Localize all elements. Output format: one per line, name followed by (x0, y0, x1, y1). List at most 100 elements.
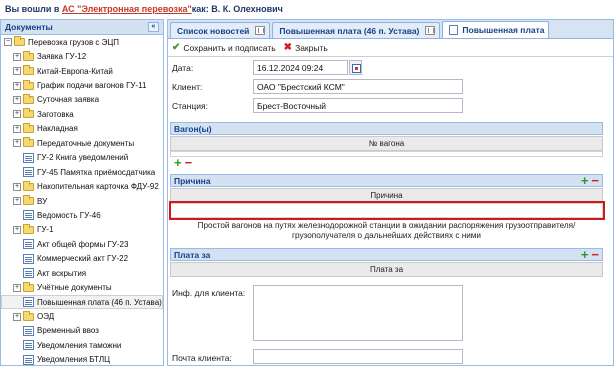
tab-menu-icon[interactable] (425, 26, 436, 35)
tab-news[interactable]: Список новостей (170, 22, 271, 38)
expand-node-icon[interactable]: + (13, 110, 21, 119)
tree-item[interactable]: Коммерческий акт ГУ-22 (1, 252, 163, 266)
document-icon (23, 268, 34, 279)
reason-note-line2: грузополучателя о дальнейших действиях с… (292, 231, 481, 240)
tree-item[interactable]: + Заготовка (1, 107, 163, 121)
tree-item-label: ОЭД (37, 312, 55, 322)
tree-item[interactable]: + ОЭД (1, 309, 163, 323)
expand-node-icon[interactable]: + (13, 312, 21, 321)
folder-icon (23, 195, 34, 206)
expand-node-icon[interactable]: + (13, 225, 21, 234)
tree-item[interactable]: Временный ввоз (1, 324, 163, 338)
client-email-field[interactable] (253, 349, 463, 364)
tree-item-label: Передаточные документы (37, 138, 135, 148)
increased-fee-form: Дата: 16.12.2024 09:24 Клиент: ОАО "Брес… (168, 57, 613, 365)
expand-node-icon[interactable]: + (13, 124, 21, 133)
document-icon (23, 239, 34, 250)
payment-section-header: Плата за + − (170, 248, 603, 261)
tree-item[interactable]: + График подачи вагонов ГУ-11 (1, 78, 163, 92)
collapse-sidebar-icon[interactable]: « (148, 22, 159, 32)
tree-item[interactable]: ГУ-45 Памятка приёмосдатчика (1, 165, 163, 179)
tree-item[interactable]: + ВУ (1, 194, 163, 208)
tree-item[interactable]: + Китай-Европа-Китай (1, 64, 163, 78)
expand-node-icon[interactable]: + (13, 182, 21, 191)
expand-node-icon[interactable]: + (13, 52, 21, 61)
folder-icon (23, 50, 34, 61)
folder-icon (14, 36, 25, 47)
add-wagon-icon[interactable]: + (174, 156, 182, 169)
tree-item-label: Уведомления таможни (37, 340, 122, 350)
reason-title: Причина (174, 175, 211, 186)
highlight-frame (169, 201, 605, 220)
folder-icon (23, 108, 34, 119)
close-label: Закрыть (295, 42, 328, 53)
expand-node-icon[interactable]: + (13, 283, 21, 292)
tree-item[interactable]: Уведомления таможни (1, 338, 163, 352)
tab-news-label: Список новостей (177, 25, 250, 36)
tree-item[interactable]: + Учётные документы (1, 280, 163, 294)
tree-item[interactable]: + Передаточные документы (1, 136, 163, 150)
expand-node-icon[interactable]: + (13, 197, 21, 206)
reason-note-line1: Простой вагонов на путях железнодорожной… (197, 221, 576, 230)
expand-node-icon[interactable]: + (13, 139, 21, 148)
folder-icon (23, 180, 34, 191)
wagons-title: Вагон(ы) (174, 123, 212, 134)
date-label: Дата: (172, 63, 194, 73)
wagon-number-column[interactable]: № вагона (170, 136, 603, 151)
tree-item-label: Временный ввоз (37, 326, 99, 336)
tree-item[interactable]: + Накладная (1, 122, 163, 136)
tree-item[interactable]: + ГУ-1 (1, 223, 163, 237)
tree-item[interactable]: Ведомость ГУ-46 (1, 208, 163, 222)
client-info-label: Инф. для клиента: (172, 288, 246, 298)
remove-reason-icon[interactable]: − (591, 174, 599, 187)
collapse-node-icon[interactable]: − (4, 38, 12, 47)
tab-increased-fee[interactable]: Повышенная плата (442, 21, 550, 38)
documents-sidebar: Документы « − Перевозка грузов с ЭЦП + За… (0, 19, 164, 366)
expand-node-icon[interactable]: + (13, 81, 21, 90)
remove-payment-icon[interactable]: − (591, 248, 599, 261)
tree-root[interactable]: − Перевозка грузов с ЭЦП (1, 35, 163, 49)
close-button[interactable]: ✖ Закрыть (284, 42, 328, 53)
expand-node-icon[interactable]: + (13, 67, 21, 76)
tree-item[interactable]: + Накопительная карточка ФДУ-92 (1, 179, 163, 193)
folder-icon (23, 93, 34, 104)
tree-item[interactable]: Уведомления БТЛЦ (1, 353, 163, 365)
wagons-grid (170, 151, 603, 157)
tree-item[interactable]: Повышенная плата (46 п. Устава) (1, 294, 163, 310)
system-link[interactable]: АС "Электронная перевозка" (62, 4, 192, 14)
main-panel: Список новостей Повышенная плата (46 п. … (167, 19, 614, 366)
tree-item-label: Коммерческий акт ГУ-22 (37, 254, 129, 264)
tree-item[interactable]: + Заявка ГУ-12 (1, 49, 163, 63)
client-info-textarea[interactable] (253, 285, 463, 341)
add-payment-icon[interactable]: + (581, 248, 589, 261)
document-icon (23, 325, 34, 336)
tree-item-label: ВУ (37, 196, 48, 206)
folder-icon (23, 310, 34, 321)
tab-menu-icon[interactable] (255, 26, 266, 35)
tree-item[interactable]: ГУ-2 Книга уведомлений (1, 151, 163, 165)
document-icon (23, 297, 34, 308)
payment-column[interactable]: Плата за (170, 262, 603, 277)
date-field[interactable]: 16.12.2024 09:24 (253, 60, 348, 75)
reason-actions: + − (581, 174, 599, 187)
checkmark-icon: ✔ (172, 41, 181, 53)
document-icon (23, 354, 34, 365)
remove-wagon-icon[interactable]: − (185, 156, 193, 169)
add-reason-icon[interactable]: + (581, 174, 589, 187)
tab-increased-fee-list[interactable]: Повышенная плата (46 п. Устава) (272, 22, 441, 38)
tree-item-label: Повышенная плата (46 п. Устава) (37, 297, 162, 307)
folder-icon (23, 79, 34, 90)
documents-tree: − Перевозка грузов с ЭЦП + Заявка ГУ-12 + К… (1, 35, 163, 365)
tree-item[interactable]: Акт общей формы ГУ-23 (1, 237, 163, 251)
client-field[interactable]: ОАО "Брестский КСМ" (253, 79, 463, 94)
expand-node-icon[interactable]: + (13, 95, 21, 104)
calendar-icon[interactable] (349, 60, 362, 75)
station-field[interactable]: Брест-Восточный (253, 98, 463, 113)
tree-item[interactable]: + Суточная заявка (1, 93, 163, 107)
save-sign-button[interactable]: ✔ Сохранить и подписать (172, 41, 276, 53)
tree-item[interactable]: Акт вскрытия (1, 266, 163, 280)
